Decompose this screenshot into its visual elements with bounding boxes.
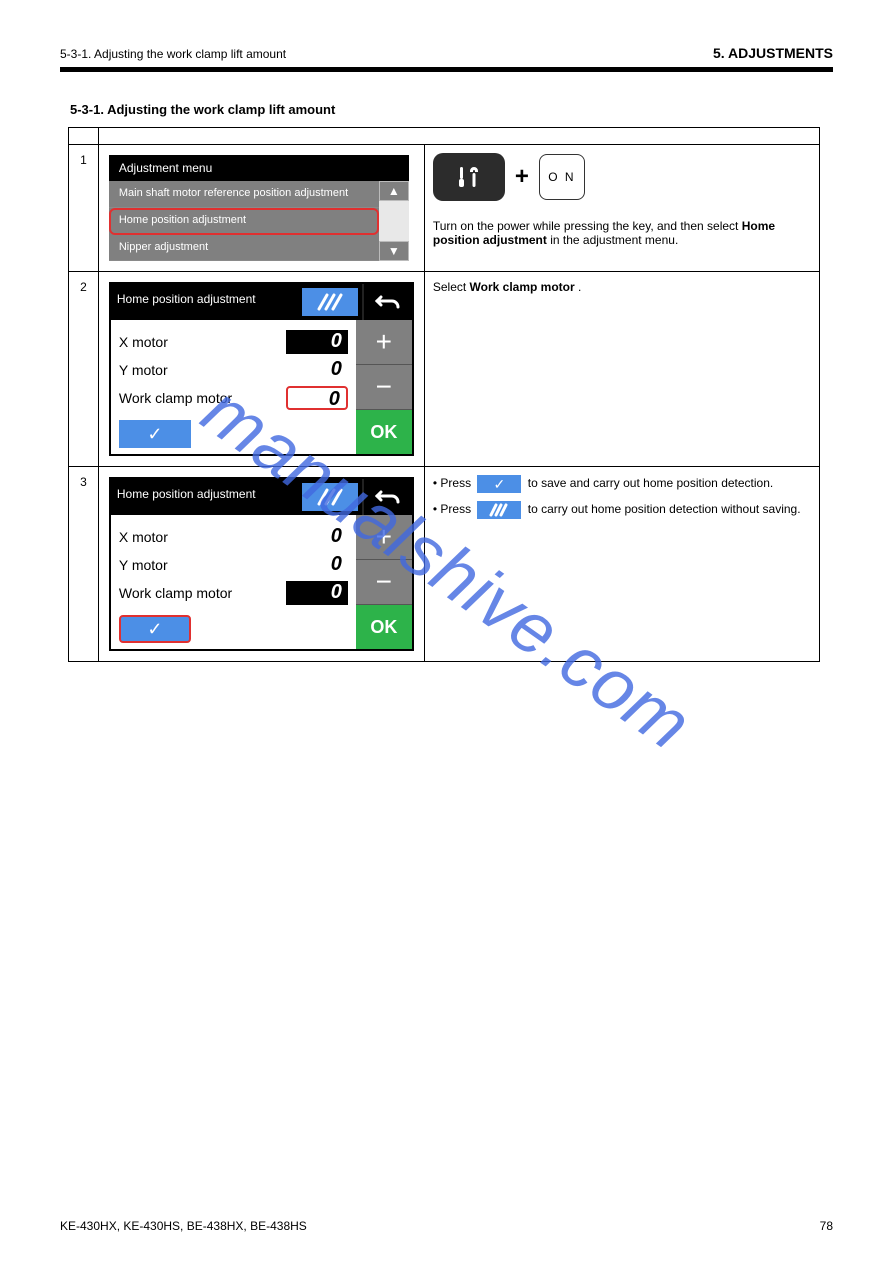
x-motor-value[interactable]: 0 <box>286 330 348 354</box>
row2-text-cell: Select Work clamp motor . <box>424 272 819 467</box>
x-motor-label-3[interactable]: X motor <box>119 529 286 545</box>
check-icon: ✓ <box>147 424 162 445</box>
text-span: • Press <box>433 476 475 490</box>
text-span: . <box>578 280 581 294</box>
y-motor-label-3[interactable]: Y motor <box>119 557 286 573</box>
text-span: • Press <box>433 502 475 516</box>
hp-title-3: Home position adjustment <box>111 479 298 515</box>
table-row: 3 Home position adjustment <box>69 467 820 662</box>
text-span: to save and carry out home position dete… <box>528 476 773 490</box>
work-clamp-motor-label[interactable]: Work clamp motor <box>119 390 286 406</box>
table-row: 1 Adjustment menu Main shaft motor refer… <box>69 145 820 272</box>
table-header-rest <box>98 128 819 145</box>
row-number: 2 <box>69 272 99 467</box>
footer-right: 78 <box>820 1219 833 1233</box>
back-icon <box>374 292 402 312</box>
y-motor-label[interactable]: Y motor <box>119 362 286 378</box>
row1-text-cell: Movement mode standby screen + O N <box>424 145 819 272</box>
hp-title: Home position adjustment <box>111 284 298 320</box>
work-clamp-motor-label-3[interactable]: Work clamp motor <box>119 585 286 601</box>
inline-work-clamp-label: Work clamp motor <box>470 280 575 294</box>
menu-item-main-shaft[interactable]: Main shaft motor reference position adju… <box>109 181 379 208</box>
row2-image-cell: Home position adjustment <box>98 272 424 467</box>
minus-button[interactable]: − <box>356 365 412 410</box>
minus-button-3[interactable]: − <box>356 560 412 605</box>
row1-image-cell: Adjustment menu Main shaft motor referen… <box>98 145 424 272</box>
x-motor-value-3[interactable]: 0 <box>286 525 348 549</box>
text-span: in the adjustment menu. <box>550 233 678 247</box>
header-left: 5-3-1. Adjusting the work clamp lift amo… <box>60 47 286 61</box>
table-header-num <box>69 128 99 145</box>
row3-text-cell: • Press ✓ to save and carry out home pos… <box>424 467 819 662</box>
home-position-panel: Home position adjustment <box>109 282 414 456</box>
adjustment-menu: Adjustment menu Main shaft motor referen… <box>109 155 409 261</box>
work-clamp-motor-value-3[interactable]: 0 <box>286 581 348 605</box>
ok-button-3[interactable]: OK <box>356 605 412 649</box>
work-clamp-motor-value[interactable]: 0 <box>286 386 348 410</box>
hp-back-button[interactable] <box>362 284 412 320</box>
footer-left: KE-430HX, KE-430HS, BE-438HX, BE-438HS <box>60 1219 307 1233</box>
check-icon: ✓ <box>147 619 162 640</box>
plus-button-3[interactable]: + <box>356 515 412 560</box>
confirm-button[interactable]: ✓ <box>119 420 191 448</box>
header-right: 5. ADJUSTMENTS <box>713 45 833 61</box>
hp-slash-button-3[interactable] <box>300 481 360 513</box>
header-rule <box>60 67 833 72</box>
home-position-panel-3: Home position adjustment <box>109 477 414 651</box>
on-button-label: O N <box>548 170 575 184</box>
doc-footer: KE-430HX, KE-430HS, BE-438HX, BE-438HS 7… <box>60 1219 833 1233</box>
row1-text: Turn on the power while pressing the key… <box>433 219 811 247</box>
back-icon <box>374 487 402 507</box>
text-span: key, and then select <box>633 219 742 233</box>
text-span: Turn on the power while pressing the <box>433 219 633 233</box>
x-motor-label[interactable]: X motor <box>119 334 286 350</box>
table-row: 2 Home position adjustment <box>69 272 820 467</box>
page-wrapper: 5-3-1. Adjusting the work clamp lift amo… <box>0 0 893 702</box>
check-icon: ✓ <box>494 476 506 493</box>
plus-button[interactable]: + <box>356 320 412 365</box>
tools-icon <box>454 163 484 191</box>
menu-down-arrow[interactable]: ▼ <box>379 241 409 261</box>
inline-slash-icon <box>477 501 521 519</box>
y-motor-value-3[interactable]: 0 <box>286 553 348 577</box>
row3-image-cell: Home position adjustment <box>98 467 424 662</box>
hp-back-button-3[interactable] <box>362 479 412 515</box>
y-motor-value[interactable]: 0 <box>286 358 348 382</box>
slash-icon <box>313 486 347 508</box>
hp-slash-button[interactable] <box>300 286 360 318</box>
slash-icon <box>313 291 347 313</box>
plus-label: + <box>515 163 529 191</box>
menu-up-arrow[interactable]: ▲ <box>379 181 409 201</box>
row-number: 1 <box>69 145 99 272</box>
menu-item-home-position[interactable]: Home position adjustment <box>109 208 379 235</box>
menu-item-nipper[interactable]: Nipper adjustment <box>109 235 379 262</box>
inline-check-icon: ✓ <box>477 475 521 493</box>
adjustment-menu-title: Adjustment menu <box>109 155 409 181</box>
doc-header: 5-3-1. Adjusting the work clamp lift amo… <box>60 45 833 61</box>
text-span: Select <box>433 280 470 294</box>
ok-button[interactable]: OK <box>356 410 412 454</box>
section-title: 5-3-1. Adjusting the work clamp lift amo… <box>70 102 823 117</box>
row-number: 3 <box>69 467 99 662</box>
text-span: to carry out home position detection wit… <box>528 502 801 516</box>
on-button[interactable]: O N <box>539 154 585 200</box>
confirm-button-3[interactable]: ✓ <box>119 615 191 643</box>
table-header-row <box>69 128 820 145</box>
tools-icon-button[interactable] <box>433 153 505 201</box>
main-table: 1 Adjustment menu Main shaft motor refer… <box>68 127 820 662</box>
